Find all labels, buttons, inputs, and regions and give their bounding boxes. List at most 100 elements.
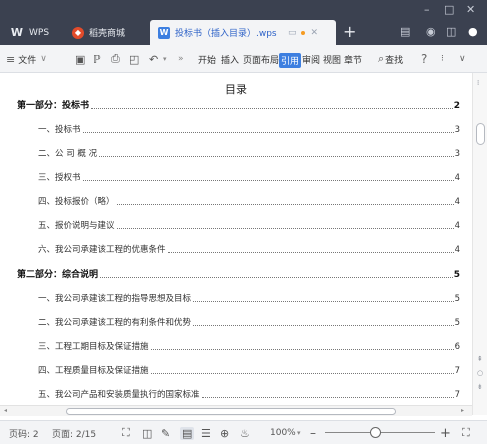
new-tab-button[interactable]: + xyxy=(343,24,356,40)
vertical-scroll-thumb[interactable] xyxy=(476,123,485,145)
toc-leader-dots xyxy=(116,196,454,205)
toc-leader-dots xyxy=(193,293,454,302)
toc-entry-text: 五、我公司产品和安装质量执行的国家标准 xyxy=(38,390,200,400)
tab-tools: ▭ ✕ xyxy=(288,28,318,38)
tab-document[interactable]: W 投标书（插入目录）.wps ▭ ✕ xyxy=(150,20,336,45)
read-mode-icon[interactable]: ◫ xyxy=(142,421,152,444)
menu-toolbar: ≡ 文件 ∨ ▣ ℙ ⎙ ◰ ↶ ▾ » 开始 插入 页面布局 引用 审阅 视图… xyxy=(0,45,487,73)
zoom-slider-knob[interactable] xyxy=(370,427,381,438)
collapse-icon[interactable]: ⁝ xyxy=(441,45,444,73)
toc-entry-page: 5 xyxy=(454,294,460,304)
pen-icon[interactable]: ✎ xyxy=(161,421,170,444)
tab-home[interactable]: 开始 xyxy=(198,45,216,73)
search-button[interactable]: ⌕ 查找 xyxy=(378,45,403,73)
page-count[interactable]: 页面: 2/15 xyxy=(52,421,96,444)
toc-leader-dots xyxy=(82,172,454,181)
select-browse-icon[interactable]: ○ xyxy=(477,369,483,377)
toc-entry[interactable]: 一、我公司承建该工程的指导思想及目标 5 xyxy=(0,289,472,304)
more-button[interactable]: » xyxy=(178,45,184,73)
comment-icon[interactable]: ▭ xyxy=(288,28,297,38)
toc-entry[interactable]: 四、工程质量目标及保证措施 7 xyxy=(0,361,472,376)
prev-page-icon[interactable]: ⇞ xyxy=(477,355,483,363)
zoom-out-button[interactable]: – xyxy=(310,421,316,444)
page-view-icon[interactable]: ▤ xyxy=(180,421,195,444)
toc-entry[interactable]: 二、我公司承建该工程的有利条件和优势 5 xyxy=(0,313,472,328)
toc-title: 目录 xyxy=(225,83,247,96)
toc-entry-text: 二、公 司 概 况 xyxy=(38,149,98,159)
tab-docer-store[interactable]: ◆ 稻壳商城 xyxy=(66,20,146,45)
toc-entry-text: 四、工程质量目标及保证措施 xyxy=(38,366,149,376)
zoom-in-button[interactable]: + xyxy=(440,421,451,444)
toc-entry-page: 3 xyxy=(454,149,460,159)
share-icon[interactable]: ◫ xyxy=(446,25,456,38)
eye-protection-icon[interactable]: ♨ xyxy=(240,421,250,444)
window-layout-icon[interactable]: ▤ xyxy=(400,25,410,38)
toc-entry-text: 三、工程工期目标及保证措施 xyxy=(38,342,149,352)
tab-view[interactable]: 视图 xyxy=(323,45,341,73)
zoom-level[interactable]: 100% xyxy=(270,421,296,444)
tab-references-label: 引用 xyxy=(279,53,302,68)
undo-dropdown-icon[interactable]: ▾ xyxy=(163,45,167,73)
store-icon: ◆ xyxy=(72,26,84,39)
document-page[interactable]: 目录 第一部分：投标书 2 一、投标书 3 二、公 司 概 况 3 三、授权书 4 四、投标报价… xyxy=(0,73,487,415)
toc-entry[interactable]: 第一部分：投标书 2 xyxy=(0,96,472,111)
minimize-button[interactable]: – xyxy=(424,4,430,16)
horizontal-scrollbar[interactable]: ◂ ▸ xyxy=(0,405,472,416)
toc-entry[interactable]: 三、工程工期目标及保证措施 6 xyxy=(0,337,472,352)
tab-wps-home[interactable]: W WPS xyxy=(4,20,62,45)
toc-entry-page: 4 xyxy=(454,245,460,255)
horizontal-scroll-thumb[interactable] xyxy=(66,408,396,415)
file-menu[interactable]: ≡ 文件 ∨ xyxy=(6,45,47,73)
avatar[interactable]: ● xyxy=(468,25,478,38)
toc-leader-dots xyxy=(193,317,454,326)
fit-window-icon[interactable]: ⛶ xyxy=(462,421,470,444)
print-preview-icon[interactable]: ◰ xyxy=(129,45,139,73)
toc-entry[interactable]: 三、授权书 4 xyxy=(0,168,472,183)
toc-entry-page: 5 xyxy=(453,270,460,280)
tab-insert[interactable]: 插入 xyxy=(221,45,239,73)
toc-entry-page: 3 xyxy=(454,125,460,135)
zoom-dropdown-icon[interactable]: ▾ xyxy=(297,421,301,444)
search-label: 查找 xyxy=(385,55,404,66)
toc-leader-dots xyxy=(99,148,454,157)
toc-entry-page: 4 xyxy=(454,173,460,183)
fullscreen-icon[interactable]: ⛶ xyxy=(122,421,130,444)
save-icon[interactable]: ▣ xyxy=(75,45,85,73)
toc-entry-page: 4 xyxy=(454,221,460,231)
tab-review[interactable]: 审阅 xyxy=(302,45,320,73)
maximize-button[interactable]: □ xyxy=(444,4,454,16)
scroll-left-icon[interactable]: ◂ xyxy=(4,407,7,414)
toc-leader-dots xyxy=(150,341,454,350)
help-button[interactable]: ? xyxy=(421,45,427,73)
tab-chapter[interactable]: 章节 xyxy=(344,45,362,73)
next-page-icon[interactable]: ⇟ xyxy=(477,383,483,391)
print-icon[interactable]: ⎙ xyxy=(111,45,120,73)
toc-entry[interactable]: 第二部分：综合说明 5 xyxy=(0,265,472,280)
tab-label: 投标书（插入目录）.wps xyxy=(175,29,277,39)
outline-view-icon[interactable]: ☰ xyxy=(201,421,211,444)
page-number[interactable]: 页码: 2 xyxy=(9,421,39,444)
close-tab-icon[interactable]: ✕ xyxy=(310,28,318,38)
search-icon: ⌕ xyxy=(378,52,385,65)
title-bar: – □ ✕ W WPS ◆ 稻壳商城 W 投标书（插入目录）.wps ▭ ✕ +… xyxy=(0,0,487,45)
tab-references[interactable]: 引用 xyxy=(279,53,302,68)
vertical-scrollbar[interactable]: ⁞ ⇞ ○ ⇟ xyxy=(472,73,487,415)
toc-entry[interactable]: 一、投标书 3 xyxy=(0,120,472,135)
toc-leader-dots xyxy=(116,220,454,229)
web-view-icon[interactable]: ⊕ xyxy=(220,421,229,444)
toc-entry[interactable]: 五、报价说明与建议 4 xyxy=(0,216,472,231)
skin-icon[interactable]: ◉ xyxy=(426,25,436,38)
toc-leader-dots xyxy=(82,124,454,133)
ribbon-toggle-icon[interactable]: ∨ xyxy=(459,45,466,73)
toc-entry[interactable]: 四、投标报价（略） 4 xyxy=(0,192,472,207)
toc-entry[interactable]: 五、我公司产品和安装质量执行的国家标准 7 xyxy=(0,385,472,400)
close-window-button[interactable]: ✕ xyxy=(466,4,475,16)
toc-entry-page: 2 xyxy=(453,101,460,111)
toc-entry[interactable]: 六、我公司承建该工程的优惠条件 4 xyxy=(0,240,472,255)
undo-icon[interactable]: ↶ xyxy=(149,45,158,73)
scroll-right-icon[interactable]: ▸ xyxy=(461,407,464,414)
tab-page-layout[interactable]: 页面布局 xyxy=(243,45,279,73)
unsaved-dot-icon xyxy=(301,30,306,35)
toc-entry[interactable]: 二、公 司 概 况 3 xyxy=(0,144,472,159)
export-pdf-icon[interactable]: ℙ xyxy=(93,45,101,73)
